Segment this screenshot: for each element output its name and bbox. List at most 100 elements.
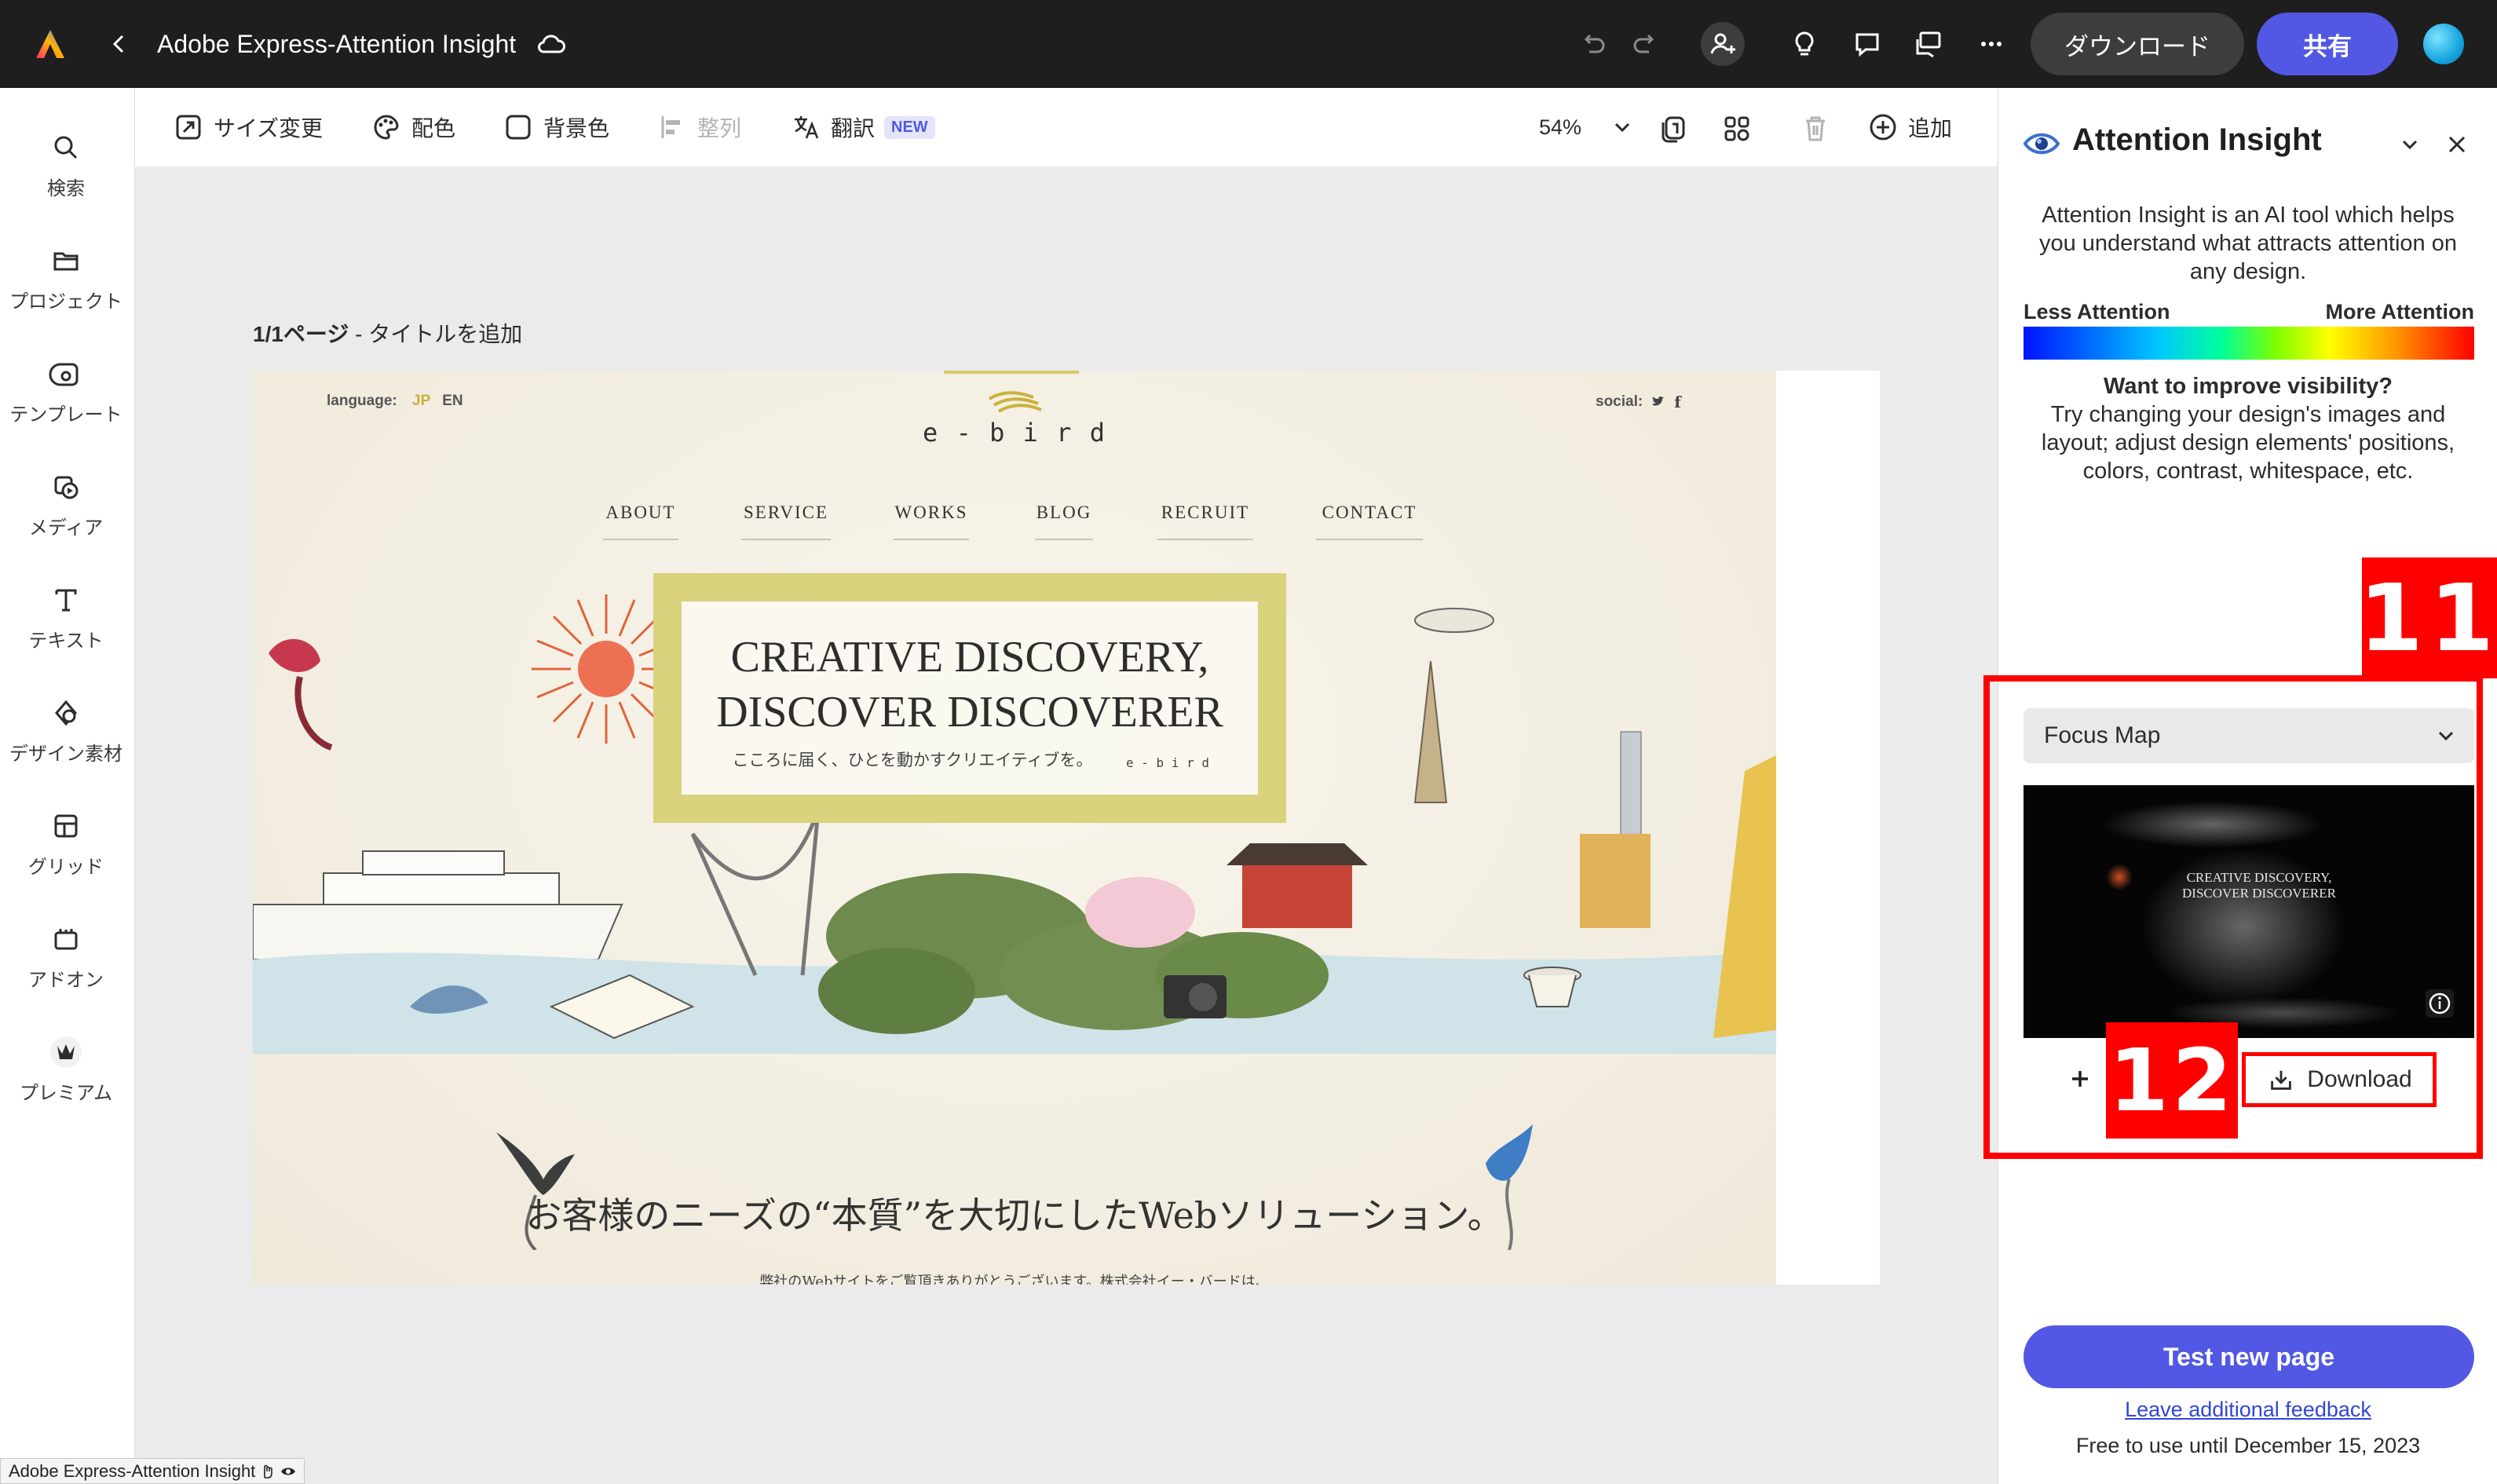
text-icon — [55, 589, 77, 612]
rail-item-addons[interactable]: アドオン — [0, 911, 132, 1005]
chevron-down-icon[interactable] — [2394, 129, 2426, 160]
eye-icon — [281, 1468, 296, 1475]
rail-label: デザイン素材 — [9, 744, 122, 765]
social-links: social: f — [1596, 393, 1681, 411]
template-icon — [49, 363, 79, 386]
social-label: social: — [1596, 393, 1643, 410]
nav-works[interactable]: WORKS — [894, 503, 969, 540]
close-icon[interactable] — [2441, 129, 2473, 160]
annotation-label-11: 11 — [2359, 557, 2497, 678]
headline-line-1: CREATIVE DISCOVERY, — [730, 633, 1209, 682]
resize-button[interactable]: サイズ変更 — [173, 108, 323, 146]
background-color-button[interactable]: 背景色 — [503, 108, 609, 146]
page-label[interactable]: 1/1ページ - タイトルを追加 — [253, 317, 522, 349]
rail-label: メディア — [28, 517, 104, 539]
nav-about[interactable]: ABOUT — [603, 503, 678, 540]
add-button[interactable]: 追加 — [1867, 108, 1952, 146]
addons-icon — [54, 929, 78, 950]
shapes-icon — [55, 700, 77, 726]
rail-item-grid[interactable]: グリッド — [0, 798, 132, 892]
resize-icon — [176, 115, 201, 140]
lightbulb-icon[interactable] — [1782, 22, 1826, 66]
twitter-icon[interactable] — [1651, 394, 1666, 410]
translate-button[interactable]: 翻訳 NEW — [790, 108, 935, 146]
left-rail: 検索 プロジェクト テンプレート メディア テキスト デザイン素材 グリッド ア… — [0, 88, 135, 1484]
palette-icon — [374, 115, 399, 140]
artboard[interactable]: language: JP EN social: f e - b i r d AB… — [253, 371, 1880, 1285]
design-tagline: お客様のニーズの“本質”を大切にしたWebソリューション。 — [525, 1194, 1504, 1237]
free-until-note: Free to use until December 15, 2023 — [2075, 1434, 2421, 1457]
cloud-sync-icon[interactable] — [529, 22, 573, 66]
copy-page-icon[interactable] — [1657, 111, 1691, 146]
rail-item-projects[interactable]: プロジェクト — [0, 232, 132, 327]
translate-label: 翻訳 — [831, 116, 876, 141]
feedback-link[interactable]: Leave additional feedback — [1998, 1398, 2497, 1422]
align-button[interactable]: 整列 — [656, 108, 741, 146]
share-button[interactable]: 共有 — [2257, 13, 2398, 75]
grid-icon — [54, 814, 78, 838]
headline-line-2: DISCOVER DISCOVERER — [716, 688, 1223, 737]
add-circle-icon — [1870, 114, 1896, 141]
design-body-text: 弊社のWebサイトをご覧頂きありがとうございます。株式会社イー・バードは、 — [759, 1274, 1270, 1285]
subline-brand: e - b i r d — [1126, 755, 1209, 770]
legend-less: Less Attention — [2024, 300, 2170, 323]
nav-service[interactable]: SERVICE — [741, 503, 831, 540]
rail-label: グリッド — [28, 857, 104, 878]
edit-toolbar: サイズ変更 配色 背景色 整列 翻訳 NEW 54% 追加 — [135, 88, 1998, 166]
resize-label: サイズ変更 — [214, 116, 324, 141]
eye-logo-icon — [2023, 133, 2060, 155]
rail-item-premium[interactable]: プレミアム — [0, 1024, 132, 1118]
legend-more: More Attention — [2325, 300, 2474, 323]
rail-item-media[interactable]: メディア — [0, 459, 132, 553]
rail-label: テンプレート — [9, 404, 122, 426]
present-icon[interactable] — [1907, 22, 1950, 66]
rail-item-templates[interactable]: テンプレート — [0, 345, 132, 440]
rail-item-text[interactable]: テキスト — [0, 572, 132, 666]
panel-description: Attention Insight is an AI tool which he… — [2038, 203, 2457, 284]
window-status-label: Adobe Express-Attention Insight — [0, 1458, 305, 1484]
page-title-placeholder[interactable]: - タイトルを追加 — [349, 322, 522, 346]
download-button[interactable]: ダウンロード — [2031, 13, 2244, 75]
more-icon[interactable] — [1969, 22, 2013, 66]
language-label: language: — [327, 393, 397, 409]
folder-icon — [53, 252, 79, 271]
trash-icon[interactable] — [1798, 111, 1833, 146]
rail-label: 検索 — [47, 178, 85, 199]
bird-logo-icon — [988, 391, 1042, 413]
rail-item-search[interactable]: 検索 — [0, 119, 132, 214]
attention-gradient-legend — [2024, 327, 2474, 360]
invite-user-icon[interactable] — [1701, 22, 1745, 66]
comment-icon[interactable] — [1845, 22, 1889, 66]
adobe-express-logo-icon[interactable] — [28, 22, 72, 66]
website-design-image[interactable]: language: JP EN social: f e - b i r d AB… — [253, 371, 1776, 1285]
nav-blog[interactable]: BLOG — [1035, 503, 1093, 540]
design-nav: ABOUT SERVICE WORKS BLOG RECRUIT CONTACT — [253, 503, 1776, 543]
back-chevron-icon[interactable] — [97, 22, 141, 66]
translate-icon — [795, 116, 819, 139]
document-title[interactable]: Adobe Express-Attention Insight — [157, 27, 516, 60]
test-new-page-button[interactable]: Test new page — [2024, 1325, 2474, 1388]
facebook-icon[interactable]: f — [1674, 393, 1681, 411]
add-label: 追加 — [1908, 116, 1953, 141]
nav-recruit[interactable]: RECRUIT — [1157, 503, 1253, 540]
redo-icon[interactable] — [1624, 22, 1668, 66]
color-scheme-button[interactable]: 配色 — [371, 108, 455, 146]
nav-contact[interactable]: CONTACT — [1316, 503, 1423, 540]
brand-logo[interactable]: e - b i r d — [865, 418, 1164, 448]
user-avatar[interactable] — [2423, 24, 2464, 64]
improve-body: Try changing your design's images and la… — [2041, 402, 2455, 484]
headline-subline: こころに届く、ひとを動かすクリエイティブを。 — [732, 751, 1093, 769]
rail-label: テキスト — [28, 631, 104, 652]
color-label: 配色 — [411, 116, 456, 141]
undo-icon[interactable] — [1570, 22, 1614, 66]
lang-en[interactable]: EN — [442, 393, 462, 409]
panel-title: Attention Insight — [2072, 122, 2322, 157]
layers-icon[interactable] — [1720, 111, 1754, 146]
status-text: Adobe Express-Attention Insight — [9, 1460, 256, 1481]
search-icon — [54, 136, 78, 159]
lang-jp[interactable]: JP — [412, 393, 430, 409]
top-accent-line — [944, 371, 1079, 374]
new-badge: NEW — [884, 115, 935, 139]
zoom-dropdown[interactable]: 54% — [1539, 108, 1638, 146]
rail-item-design-assets[interactable]: デザイン素材 — [0, 685, 132, 779]
